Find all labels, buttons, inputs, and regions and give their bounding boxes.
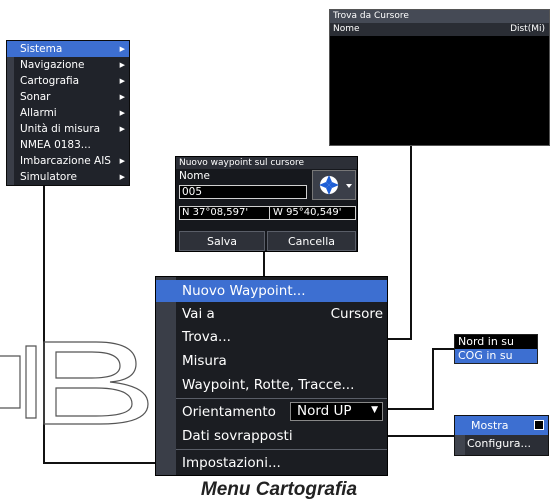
cancel-button[interactable]: Cancella <box>267 231 356 251</box>
menu-item-settings[interactable]: Impostazioni... <box>156 452 387 474</box>
submenu-arrow-icon: ▶ <box>119 45 125 53</box>
settings-item-units[interactable]: Unità di misura ▶ <box>7 121 129 137</box>
submenu-arrow-icon: ▶ <box>119 61 125 69</box>
menu-item-label: Allarmi <box>20 107 57 119</box>
find-cursor-window: Trova da Cursore Nome Dist(Mi) <box>329 9 550 146</box>
name-label: Nome <box>179 170 210 182</box>
submenu-arrow-icon: ▶ <box>119 93 125 101</box>
configure-item[interactable]: Configura... <box>467 437 531 450</box>
settings-item-navigation[interactable]: Navigazione ▶ <box>7 57 129 73</box>
menu-divider <box>176 449 387 450</box>
waypoint-icon-selector[interactable] <box>312 170 356 200</box>
menu-item-label: Simulatore <box>20 171 77 183</box>
menu-divider <box>176 398 387 399</box>
orientation-options: Nord in su COG in su <box>454 334 538 364</box>
results-header: Nome Dist(Mi) <box>330 23 549 36</box>
menu-item-orientation[interactable]: Orientamento Nord UP ▼ <box>156 401 387 423</box>
menu-item-waypoints-routes-trails[interactable]: Waypoint, Rotte, Tracce... <box>156 374 387 396</box>
connector-line <box>380 408 434 410</box>
submenu-arrow-icon: ▶ <box>119 109 125 117</box>
menu-item-overlay-data[interactable]: Dati sovrapposti <box>156 425 387 447</box>
overlay-data-popup: Mostra Configura... <box>454 415 549 456</box>
settings-item-alarms[interactable]: Allarmi ▶ <box>7 105 129 121</box>
settings-item-simulator[interactable]: Simulatore ▶ <box>7 169 129 185</box>
name-field[interactable]: 005 <box>179 185 307 199</box>
menu-item-label: Unità di misura <box>20 123 101 135</box>
menu-item-label: Navigazione <box>20 59 85 71</box>
save-button[interactable]: Salva <box>179 231 265 251</box>
menu-item-goto[interactable]: Vai a Cursore <box>156 303 387 325</box>
menu-item-label: Vai a <box>182 306 215 322</box>
figure-caption: Menu Cartografia <box>200 479 358 500</box>
chevron-down-icon: ▼ <box>371 405 378 415</box>
logo-watermark <box>0 341 149 425</box>
chevron-down-icon <box>346 184 352 188</box>
connector-line <box>263 252 265 276</box>
menu-item-label: NMEA 0183... <box>20 139 91 151</box>
submenu-arrow-icon: ▶ <box>119 125 125 133</box>
dialog-title: Nuovo waypoint sul cursore <box>176 157 357 169</box>
menu-item-label: Impostazioni... <box>182 455 281 471</box>
settings-item-system[interactable]: Sistema ▶ <box>7 41 129 57</box>
menu-item-label: Nuovo Waypoint... <box>182 283 306 299</box>
window-title: Trova da Cursore <box>330 10 549 23</box>
show-checkbox[interactable] <box>534 420 544 430</box>
orientation-dropdown[interactable]: Nord UP ▼ <box>290 402 383 421</box>
submenu-arrow-icon: ▶ <box>119 77 125 85</box>
menu-item-new-waypoint[interactable]: Nuovo Waypoint... <box>156 280 387 302</box>
menu-item-label: Cartografia <box>20 75 80 87</box>
menu-item-label: Imbarcazione AIS <box>20 155 111 167</box>
menu-item-label: Orientamento <box>182 404 276 420</box>
show-overlay-item[interactable]: Mostra <box>455 416 548 435</box>
column-header-distance[interactable]: Dist(Mi) <box>510 23 545 36</box>
chart-menu: Nuovo Waypoint... Vai a Cursore Trova...… <box>155 276 388 476</box>
menu-item-label: Trova... <box>182 329 231 345</box>
settings-item-sonar[interactable]: Sonar ▶ <box>7 89 129 105</box>
option-cog-up[interactable]: COG in su <box>455 349 537 363</box>
results-list[interactable] <box>330 36 549 145</box>
menu-item-label: Waypoint, Rotte, Tracce... <box>182 377 355 393</box>
latitude-value: N 37°08,597' <box>182 207 249 218</box>
connector-line <box>410 146 412 340</box>
goto-value: Cursore <box>330 306 383 322</box>
dropdown-value: Nord UP <box>297 403 352 419</box>
settings-submenu: Sistema ▶ Navigazione ▶ Cartografia ▶ So… <box>6 40 130 186</box>
menu-item-label: Mostra <box>471 419 509 432</box>
position-field[interactable]: N 37°08,597' W 95°40,549' <box>179 206 356 220</box>
menu-item-label: Misura <box>182 353 227 369</box>
option-north-up[interactable]: Nord in su <box>455 335 537 349</box>
settings-item-ais[interactable]: Imbarcazione AIS ▶ <box>7 153 129 169</box>
settings-item-nmea[interactable]: NMEA 0183... <box>7 137 129 153</box>
connector-line <box>432 348 434 410</box>
waypoint-symbol-icon <box>319 175 352 195</box>
menu-item-measure[interactable]: Misura <box>156 350 387 372</box>
menu-item-label: Sonar <box>20 91 51 103</box>
connector-line <box>43 462 157 464</box>
divider <box>269 207 270 219</box>
connector-line <box>432 348 454 350</box>
menu-item-find[interactable]: Trova... <box>156 326 387 348</box>
menu-item-label: Dati sovrapposti <box>182 428 293 444</box>
submenu-arrow-icon: ▶ <box>119 173 125 181</box>
settings-item-chart[interactable]: Cartografia ▶ <box>7 73 129 89</box>
submenu-arrow-icon: ▶ <box>119 157 125 165</box>
column-header-name[interactable]: Nome <box>333 24 360 34</box>
menu-item-label: Sistema <box>20 43 63 55</box>
new-waypoint-dialog: Nuovo waypoint sul cursore Nome 005 N 37… <box>175 156 358 252</box>
longitude-value: W 95°40,549' <box>273 207 342 218</box>
